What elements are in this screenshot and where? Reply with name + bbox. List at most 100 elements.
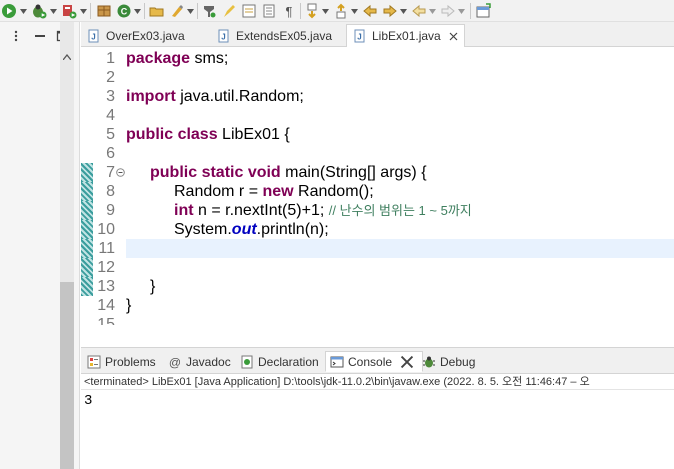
show-whitespace-icon[interactable]: ¶ [280, 2, 298, 20]
editor-tab-bar: J OverEx03.java J ExtendsEx05.java J Lib… [81, 22, 674, 48]
debug-dropdown-icon[interactable] [49, 4, 57, 18]
debug-icon[interactable] [30, 2, 48, 20]
change-marker [81, 201, 93, 220]
current-line-highlight [126, 239, 674, 258]
tab-label: Console [348, 354, 393, 369]
tab-label: Declaration [258, 354, 319, 369]
collapse-icon[interactable] [116, 168, 125, 177]
line-number: 5 [106, 126, 115, 143]
view-menu-icon[interactable] [8, 28, 24, 44]
left-panel-scrollbar[interactable] [60, 22, 74, 469]
coverage-icon[interactable] [60, 2, 78, 20]
tab-label: Debug [440, 354, 476, 369]
toggle-block-icon[interactable] [260, 2, 278, 20]
code-line-14: } [126, 297, 132, 314]
close-icon[interactable] [400, 355, 414, 369]
line-number: 2 [106, 69, 115, 86]
svg-text:C: C [121, 7, 128, 17]
task-icon[interactable] [200, 2, 218, 20]
previous-annotation-dropdown-icon[interactable] [350, 4, 358, 18]
run-dropdown-icon[interactable] [19, 4, 27, 18]
close-icon[interactable] [449, 32, 458, 41]
tab-label: Problems [105, 354, 156, 369]
next-annotation-icon[interactable] [303, 2, 321, 20]
svg-text:J: J [91, 32, 95, 41]
console-status-line: <terminated> LibEx01 [Java Application] … [81, 374, 674, 390]
annotation-icon[interactable] [240, 2, 258, 20]
tab-label: Javadoc [186, 354, 231, 369]
line-number: 11 [98, 240, 115, 257]
scroll-up-icon[interactable] [63, 54, 71, 60]
tab-javadoc[interactable]: @ Javadoc [164, 351, 235, 372]
code-line-8: Random r = new Random(); [174, 183, 374, 200]
change-marker [81, 220, 93, 239]
tab-declaration[interactable]: Declaration [236, 351, 323, 372]
java-file-icon: J [218, 29, 229, 42]
tab-problems[interactable]: Problems [83, 351, 160, 372]
java-file-icon: J [88, 29, 99, 42]
change-marker [81, 258, 93, 277]
line-number: 4 [106, 107, 115, 124]
back-icon[interactable] [381, 2, 399, 20]
tab-console[interactable]: Console [325, 351, 424, 372]
console-output[interactable]: 3 [84, 392, 92, 410]
change-marker [81, 239, 93, 258]
back-dropdown-icon[interactable] [399, 4, 407, 18]
declaration-icon [241, 355, 253, 368]
left-side-panel [0, 22, 80, 469]
tab-label: LibEx01.java [372, 29, 441, 43]
tab-label: OverEx03.java [106, 28, 185, 43]
forward-disabled-icon[interactable] [439, 2, 457, 20]
code-line-10: System.out.println(n); [174, 221, 329, 238]
new-class-icon[interactable]: C [115, 2, 133, 20]
change-marker [81, 277, 93, 296]
tab-debug[interactable]: Debug [418, 351, 479, 372]
run-icon[interactable] [0, 2, 18, 20]
svg-text:J: J [357, 33, 361, 42]
new-package-icon[interactable] [95, 2, 113, 20]
open-type-icon[interactable] [148, 2, 166, 20]
main-toolbar: C ¶ [0, 0, 674, 22]
debug-bug-icon [423, 356, 435, 367]
line-number: 9 [106, 202, 115, 219]
tab-overex03[interactable]: J OverEx03.java [81, 24, 191, 47]
code-line-7: public static void main(String[] args) { [150, 164, 427, 181]
last-edit-icon[interactable] [361, 2, 379, 20]
line-number: 8 [106, 183, 115, 200]
code-line-1: package sms; [126, 50, 229, 67]
line-number: 10 [97, 221, 115, 238]
search-icon[interactable] [168, 2, 186, 20]
line-number: 14 [97, 297, 115, 314]
highlighter-icon[interactable] [220, 2, 238, 20]
code-editor[interactable]: 1 2 3 4 5 6 7 8 9 10 11 12 13 14 15 pack… [81, 47, 674, 325]
svg-text:¶: ¶ [286, 4, 293, 19]
bottom-view-tabs: Problems @ Javadoc Declaration Console D… [81, 347, 674, 374]
tab-extendsex05[interactable]: J ExtendsEx05.java [211, 24, 338, 47]
change-marker [81, 163, 93, 182]
coverage-dropdown-icon[interactable] [79, 4, 87, 18]
svg-text:J: J [221, 32, 225, 41]
console-icon [330, 356, 344, 367]
code-line-13: } [150, 278, 156, 295]
java-file-icon: J [354, 29, 365, 43]
forward-disabled-dropdown-icon[interactable] [457, 4, 465, 18]
new-class-dropdown-icon[interactable] [133, 4, 141, 18]
change-marker [81, 182, 93, 201]
forward-icon[interactable] [410, 2, 428, 20]
line-number: 3 [106, 88, 115, 105]
line-number: 6 [106, 145, 115, 162]
code-line-3: import java.util.Random; [126, 88, 304, 105]
tab-label: ExtendsEx05.java [236, 28, 333, 43]
svg-text:@: @ [169, 355, 181, 369]
javadoc-icon: @ [169, 355, 181, 369]
new-window-icon[interactable] [474, 2, 492, 20]
left-panel-scroll-thumb[interactable] [60, 282, 74, 469]
tab-libex01[interactable]: J LibEx01.java [346, 24, 465, 48]
line-number: 7 [106, 164, 115, 181]
search-dropdown-icon[interactable] [186, 4, 194, 18]
next-annotation-dropdown-icon[interactable] [321, 4, 329, 18]
minimize-icon[interactable] [32, 28, 48, 44]
previous-annotation-icon[interactable] [332, 2, 350, 20]
forward-dropdown-icon[interactable] [428, 4, 436, 18]
line-number: 13 [97, 278, 115, 295]
